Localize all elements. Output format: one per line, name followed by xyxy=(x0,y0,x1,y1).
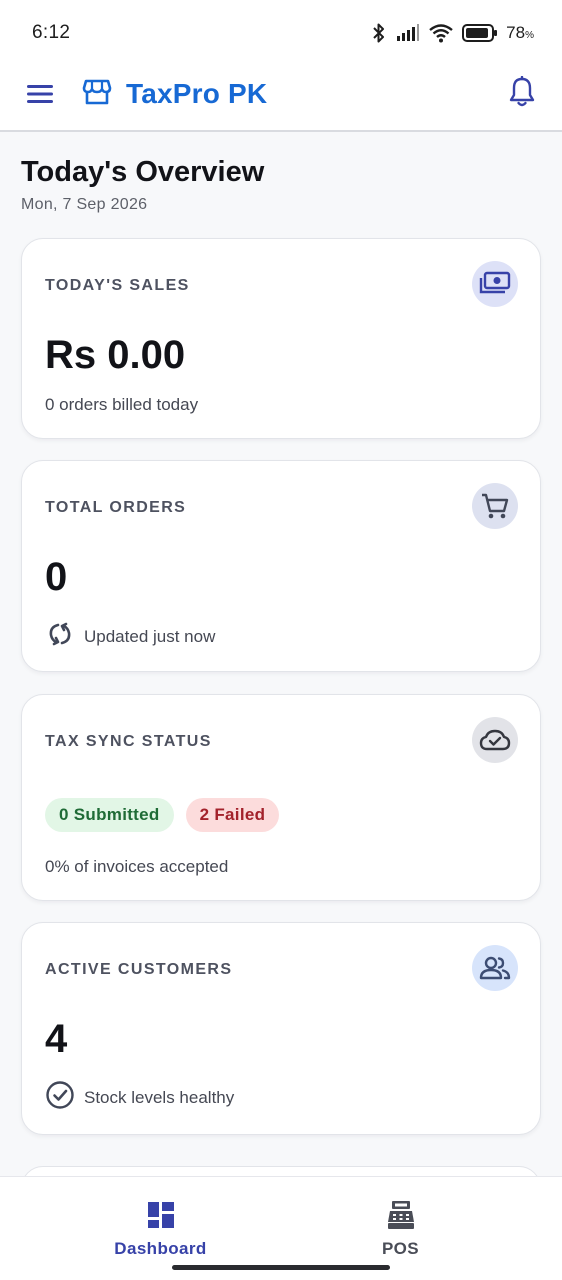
battery-icon xyxy=(462,23,498,43)
battery-percent: 78% xyxy=(506,23,534,43)
status-icons: 78% xyxy=(370,22,534,44)
sync-chips: 0 Submitted 2 Failed xyxy=(45,798,280,832)
status-time: 6:12 xyxy=(32,22,71,43)
tax-sync-sub: 0% of invoices accepted xyxy=(45,857,228,877)
page-date: Mon, 7 Sep 2026 xyxy=(21,196,148,213)
notifications-button[interactable] xyxy=(504,75,540,113)
people-icon xyxy=(472,945,518,991)
nav-item-pos[interactable]: POS xyxy=(260,1177,541,1267)
store-icon xyxy=(82,77,112,112)
tax-sync-card[interactable]: TAX SYNC STATUS 0 Submitted 2 Failed 0% … xyxy=(21,694,541,901)
money-icon xyxy=(472,261,518,307)
menu-button[interactable] xyxy=(24,80,56,112)
tax-sync-card-label: TAX SYNC STATUS xyxy=(45,733,212,750)
refresh-icon xyxy=(45,620,75,653)
sales-card-label: TODAY'S SALES xyxy=(45,277,190,294)
customers-value: 4 xyxy=(45,1017,68,1061)
customers-card-label: ACTIVE CUSTOMERS xyxy=(45,961,233,978)
submitted-chip[interactable]: 0 Submitted xyxy=(45,798,174,832)
page-title: Today's Overview xyxy=(21,156,265,188)
bell-icon xyxy=(508,75,536,113)
nav-item-dashboard[interactable]: Dashboard xyxy=(20,1177,301,1267)
nav-label-pos: POS xyxy=(381,1239,420,1258)
dashboard-icon xyxy=(147,1199,175,1231)
status-bar: 6:12 78% xyxy=(0,0,562,66)
cart-icon xyxy=(472,483,518,529)
dashboard-screen: 6:12 78% TaxPro PK Today's Overview Mon,… xyxy=(0,0,562,1280)
customers-card[interactable]: ACTIVE CUSTOMERS 4 Stock levels healthy xyxy=(21,922,541,1135)
nav-label-dashboard: Dashboard xyxy=(114,1239,207,1258)
tax-sync-sub-text: 0% of invoices accepted xyxy=(45,857,229,876)
orders-value: 0 xyxy=(45,555,68,599)
signal-icon xyxy=(396,24,420,42)
brand: TaxPro PK xyxy=(82,76,267,112)
wifi-icon xyxy=(428,23,454,43)
sales-sub-text: 0 orders billed today xyxy=(45,395,199,414)
orders-sub: Updated just now xyxy=(45,620,215,653)
app-bar: TaxPro PK xyxy=(0,66,562,132)
cloud-check-icon xyxy=(472,717,518,763)
orders-card-label: TOTAL ORDERS xyxy=(45,499,187,516)
cash-register-icon xyxy=(386,1199,416,1231)
menu-icon xyxy=(26,83,54,110)
sales-sub: 0 orders billed today xyxy=(45,395,198,415)
app-title: TaxPro PK xyxy=(126,78,268,109)
bluetooth-icon xyxy=(370,22,388,44)
failed-chip[interactable]: 2 Failed xyxy=(185,798,280,832)
home-indicator[interactable] xyxy=(172,1265,390,1270)
orders-sub-text: Updated just now xyxy=(84,626,216,646)
battery-suffix: % xyxy=(525,30,534,41)
sales-value: Rs 0.00 xyxy=(45,333,186,377)
battery-value: 78 xyxy=(506,23,526,42)
orders-card[interactable]: TOTAL ORDERS 0 Updated just now xyxy=(21,460,541,672)
customers-sub-text: Stock levels healthy xyxy=(84,1087,235,1107)
customers-sub: Stock levels healthy xyxy=(45,1080,234,1115)
check-circle-icon xyxy=(45,1080,75,1115)
sales-card[interactable]: TODAY'S SALES Rs 0.00 0 orders billed to… xyxy=(21,238,541,439)
